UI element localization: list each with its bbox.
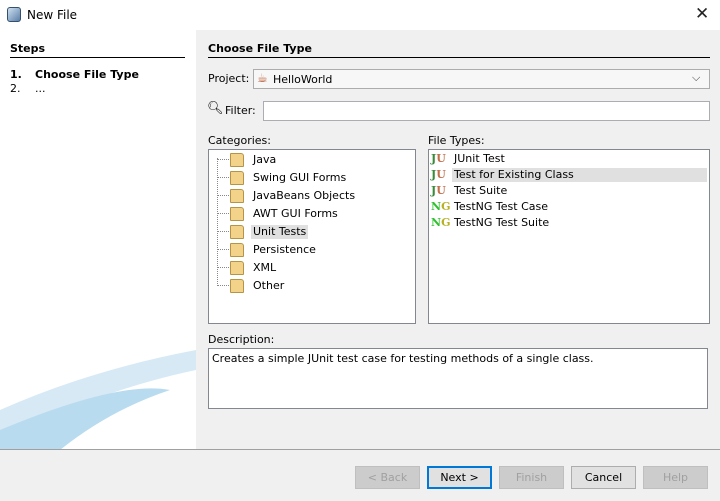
cancel-button[interactable]: Cancel bbox=[571, 466, 636, 489]
file-type-label: JUnit Test bbox=[454, 152, 505, 165]
tree-connector bbox=[217, 177, 229, 178]
categories-label: Categories: bbox=[208, 134, 271, 147]
category-label: Other bbox=[253, 279, 285, 292]
tree-connector bbox=[217, 213, 229, 214]
description-box: Creates a simple JUnit test case for tes… bbox=[208, 348, 708, 409]
back-button[interactable]: < Back bbox=[355, 466, 420, 489]
chevron-down-icon[interactable]: ⌵ bbox=[692, 71, 700, 85]
category-label: Unit Tests bbox=[251, 225, 309, 239]
folder-icon bbox=[230, 261, 244, 275]
tree-connector bbox=[217, 195, 229, 196]
finish-button[interactable]: Finish bbox=[499, 466, 564, 489]
file-type-label: Test for Existing Class bbox=[452, 168, 707, 182]
file-types-label: File Types: bbox=[428, 134, 485, 147]
tree-connector bbox=[217, 285, 229, 286]
tree-connector bbox=[217, 231, 229, 232]
category-label: Java bbox=[253, 153, 277, 166]
java-cup-icon: ☕ bbox=[257, 71, 268, 85]
category-item[interactable]: Java bbox=[209, 151, 409, 169]
junit-icon: JU bbox=[431, 168, 446, 181]
project-value: HelloWorld bbox=[273, 73, 333, 86]
category-item[interactable]: JavaBeans Objects bbox=[209, 187, 409, 205]
filter-label: Filter: bbox=[225, 104, 256, 117]
tree-connector bbox=[217, 249, 229, 250]
decorative-swoosh bbox=[0, 350, 196, 449]
tree-connector bbox=[217, 159, 229, 160]
file-type-item[interactable]: JU JUnit Test bbox=[429, 151, 709, 167]
file-type-label: Test Suite bbox=[454, 184, 508, 197]
window-title: New File bbox=[27, 8, 78, 22]
title-bar: New File ✕ bbox=[0, 0, 720, 30]
folder-icon bbox=[230, 225, 244, 239]
project-label: Project: bbox=[208, 72, 250, 85]
junit-icon: JU bbox=[431, 152, 446, 165]
category-item[interactable]: Other bbox=[209, 277, 409, 295]
filter-input[interactable] bbox=[263, 101, 710, 121]
junit-icon: JU bbox=[431, 184, 446, 197]
category-label: AWT GUI Forms bbox=[253, 207, 338, 220]
main-header: Choose File Type bbox=[208, 42, 710, 58]
category-item[interactable]: Persistence bbox=[209, 241, 409, 259]
description-label: Description: bbox=[208, 333, 275, 346]
search-icon: 🔍︎ bbox=[207, 101, 224, 116]
category-item[interactable]: Unit Tests bbox=[209, 223, 409, 241]
next-button[interactable]: Next > bbox=[427, 466, 492, 489]
step-1-number: 1. bbox=[10, 68, 22, 81]
folder-icon bbox=[230, 189, 244, 203]
category-label: JavaBeans Objects bbox=[253, 189, 356, 202]
description-text: Creates a simple JUnit test case for tes… bbox=[212, 352, 594, 365]
category-item[interactable]: AWT GUI Forms bbox=[209, 205, 409, 223]
folder-icon bbox=[230, 207, 244, 221]
category-label: XML bbox=[253, 261, 277, 274]
category-label: Swing GUI Forms bbox=[253, 171, 347, 184]
step-2-number: 2. bbox=[10, 82, 21, 95]
steps-panel: Steps 1. Choose File Type 2. ... bbox=[0, 30, 196, 449]
step-1-label: Choose File Type bbox=[35, 68, 139, 81]
step-2-label: ... bbox=[35, 82, 46, 95]
steps-header: Steps bbox=[10, 42, 185, 58]
close-icon[interactable]: ✕ bbox=[695, 4, 709, 24]
categories-list[interactable]: Java Swing GUI Forms JavaBeans Objects AWT … bbox=[208, 149, 416, 324]
category-label: Persistence bbox=[253, 243, 316, 256]
testng-icon: NG bbox=[431, 200, 451, 213]
file-type-item[interactable]: NG TestNG Test Case bbox=[429, 199, 709, 215]
folder-icon bbox=[230, 153, 244, 167]
testng-icon: NG bbox=[431, 216, 451, 229]
file-type-item[interactable]: NG TestNG Test Suite bbox=[429, 215, 709, 231]
app-cube-icon bbox=[7, 7, 21, 22]
file-types-list[interactable]: JU JUnit Test JU Test for Existing Class JU T… bbox=[428, 149, 710, 324]
file-type-item[interactable]: JU Test for Existing Class bbox=[429, 167, 709, 183]
folder-icon bbox=[230, 171, 244, 185]
tree-connector bbox=[217, 267, 229, 268]
category-item[interactable]: XML bbox=[209, 259, 409, 277]
file-type-label: TestNG Test Case bbox=[454, 200, 548, 213]
folder-icon bbox=[230, 243, 244, 257]
project-combobox[interactable]: ☕ HelloWorld ⌵ bbox=[253, 69, 710, 89]
folder-icon bbox=[230, 279, 244, 293]
category-item[interactable]: Swing GUI Forms bbox=[209, 169, 409, 187]
file-type-label: TestNG Test Suite bbox=[454, 216, 550, 229]
file-type-item[interactable]: JU Test Suite bbox=[429, 183, 709, 199]
help-button[interactable]: Help bbox=[643, 466, 708, 489]
